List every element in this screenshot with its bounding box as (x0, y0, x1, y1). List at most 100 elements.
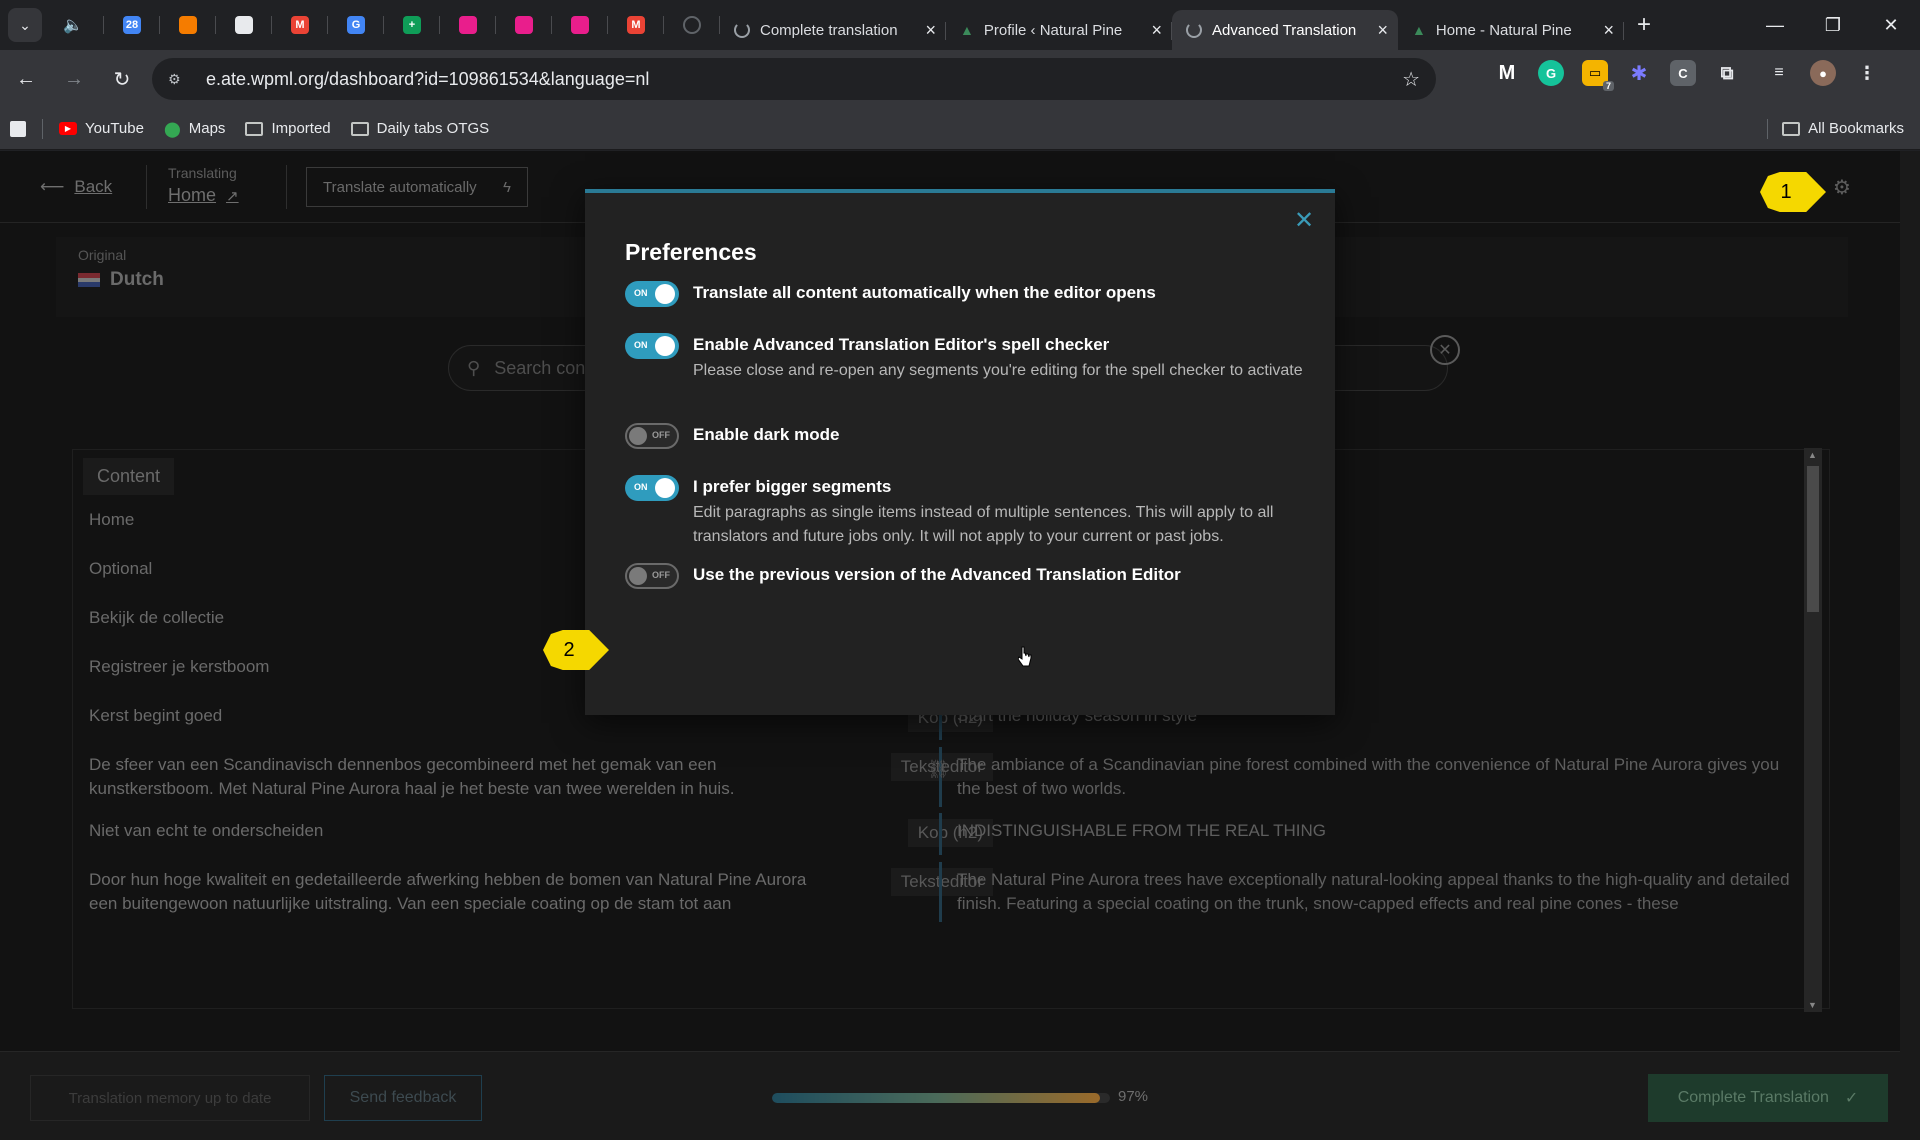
target-text[interactable]: INDISTINGUISHABLE FROM THE REAL THING (957, 819, 1797, 843)
target-text[interactable]: The ambiance of a Scandinavian pine fore… (957, 753, 1797, 801)
preference-toggle[interactable]: ON (625, 333, 679, 359)
bookmark-daily-tabs[interactable]: Daily tabs OTGS (341, 114, 500, 144)
forward-button[interactable]: → (52, 59, 96, 99)
site-info-icon[interactable]: ⚙ (168, 71, 192, 88)
calendar-icon: 28 (123, 16, 141, 34)
segment-divider (939, 862, 942, 922)
close-window-button[interactable]: ✕ (1862, 0, 1920, 50)
chevron-down-icon: ⌄ (19, 16, 31, 33)
bookmark-label: Maps (188, 120, 226, 137)
folder-icon (350, 121, 369, 136)
send-feedback-button[interactable]: Send feedback (324, 1075, 482, 1121)
pinned-tab[interactable]: + (384, 0, 440, 50)
omnibox[interactable]: ⚙ e.ate.wpml.org/dashboard?id=109861534&… (152, 58, 1436, 100)
scrollbar-thumb[interactable] (1807, 466, 1819, 612)
notes-extension-icon[interactable]: ▭ 7 (1582, 60, 1614, 91)
address-bar: ← → ↻ ⚙ e.ate.wpml.org/dashboard?id=1098… (0, 50, 1920, 108)
toggle-knob (655, 336, 675, 356)
preference-toggle[interactable]: OFF (625, 423, 679, 449)
browser-tab[interactable]: ▲ Home - Natural Pine × (1398, 10, 1624, 50)
browser-tab[interactable]: ▲ Profile ‹ Natural Pine × (946, 10, 1172, 50)
bookmark-separator (42, 118, 43, 139)
reload-button[interactable]: ↻ (100, 59, 144, 99)
new-tab-button[interactable]: + (1624, 5, 1664, 45)
segment-row[interactable]: Niet van echt te onderscheiden Kop (h2) IN… (73, 813, 1829, 855)
bookmark-label: Daily tabs OTGS (376, 120, 490, 137)
segment-row[interactable]: Door hun hoge kwaliteit en gedetailleerd… (73, 862, 1829, 922)
pinned-tab[interactable]: M (608, 0, 664, 50)
segment-row[interactable]: De sfeer van een Scandinavisch dennenbos… (73, 747, 1829, 807)
link-icon[interactable]: ⛓ (927, 759, 950, 780)
preference-label: Enable Advanced Translation Editor's spe… (693, 335, 1110, 354)
bookmark-imported[interactable]: Imported (235, 114, 340, 144)
segment-scrollbar[interactable]: ▲ ▼ (1804, 448, 1822, 1012)
pinned-tab-audio[interactable]: 🔈 (42, 0, 104, 50)
toggle-knob (655, 284, 675, 304)
extensions-area: M G ▭ 7 ✱ C ⧉ ≡ ● ⋮ (1494, 60, 1880, 91)
content-tab[interactable]: Content (83, 458, 175, 495)
puzzle-icon[interactable]: ⧉ (1714, 60, 1740, 86)
kebab-menu-icon[interactable]: ⋮ (1854, 60, 1880, 86)
clear-search-button[interactable]: ✕ (1430, 335, 1460, 365)
pinned-tab[interactable] (440, 0, 496, 50)
malwarebytes-icon[interactable]: M (1494, 60, 1520, 86)
translate-automatically-button[interactable]: Translate automatically ϟ (306, 167, 528, 207)
pinned-tab[interactable] (216, 0, 272, 50)
tab-close-icon[interactable]: × (1377, 20, 1388, 41)
settings-gear-icon[interactable]: ⚙ (1830, 175, 1854, 199)
grammarly-icon[interactable]: G (1538, 60, 1564, 86)
extension-badge: 7 (1602, 81, 1614, 91)
progress-bar (772, 1093, 1110, 1103)
target-text[interactable]: The Natural Pine Aurora trees have excep… (957, 868, 1797, 916)
bookmarks-bar: ▶ YouTube ⬤ Maps Imported Daily tabs OTGS … (0, 108, 1920, 150)
tab-search-button[interactable]: ⌄ (8, 8, 42, 42)
snowflake-extension-icon[interactable]: ✱ (1626, 60, 1652, 86)
preference-toggle[interactable]: ON (625, 281, 679, 307)
bookmark-star-icon[interactable]: ☆ (1402, 67, 1420, 92)
header-divider (146, 165, 147, 209)
profile-avatar[interactable]: ● (1810, 60, 1836, 86)
cube-icon (179, 16, 197, 34)
tab-close-icon[interactable]: × (1603, 20, 1614, 41)
minimize-button[interactable]: — (1746, 0, 1804, 50)
youtube-icon: ▶ (59, 122, 77, 135)
restore-button[interactable]: ❐ (1804, 0, 1862, 50)
complete-label: Complete Translation (1677, 1089, 1829, 1106)
complete-translation-button[interactable]: Complete Translation ✓ (1648, 1074, 1888, 1122)
media-control-icon[interactable]: ≡ (1766, 60, 1792, 86)
browser-tab[interactable]: Complete translation × (720, 10, 946, 50)
bookmark-maps[interactable]: ⬤ Maps (154, 114, 235, 144)
close-icon: ✕ (1883, 14, 1899, 35)
all-bookmarks[interactable]: All Bookmarks (1761, 118, 1904, 139)
bookmark-youtube[interactable]: ▶ YouTube (49, 114, 154, 144)
pinned-tab[interactable] (496, 0, 552, 50)
scroll-down-icon[interactable]: ▼ (1808, 1000, 1817, 1010)
back-link[interactable]: ⟵ Back (40, 177, 112, 197)
toggle-state: OFF (652, 570, 670, 580)
preference-toggle[interactable]: OFF (625, 563, 679, 589)
scroll-up-icon[interactable]: ▲ (1808, 450, 1817, 460)
reload-icon: ↻ (113, 68, 131, 91)
checkmark-icon: ✓ (1844, 1090, 1859, 1107)
pinned-tab[interactable] (160, 0, 216, 50)
browser-tab[interactable]: Advanced Translation × (1172, 10, 1398, 50)
preference-label: Translate all content automatically when… (693, 283, 1156, 302)
bookmark-apps[interactable] (0, 114, 36, 144)
page-scrollbar[interactable] (1900, 151, 1920, 1140)
back-button[interactable]: ← (4, 59, 48, 99)
page-link[interactable]: Home ↗ (168, 185, 239, 206)
tab-close-icon[interactable]: × (925, 20, 936, 41)
pinned-tab[interactable]: M (272, 0, 328, 50)
modal-close-button[interactable]: ✕ (1289, 205, 1319, 235)
preference-toggle[interactable]: ON (625, 475, 679, 501)
original-language: Dutch (78, 269, 164, 291)
all-bookmarks-label: All Bookmarks (1808, 120, 1904, 137)
url-text[interactable]: e.ate.wpml.org/dashboard?id=109861534&la… (206, 69, 1402, 90)
pinned-tab[interactable] (664, 0, 720, 50)
c-extension-icon[interactable]: C (1670, 60, 1696, 86)
tab-close-icon[interactable]: × (1151, 20, 1162, 41)
pinned-tab[interactable]: G (328, 0, 384, 50)
translation-memory-button[interactable]: Translation memory up to date (30, 1075, 310, 1121)
pinned-tab[interactable]: 28 (104, 0, 160, 50)
pinned-tab[interactable] (552, 0, 608, 50)
